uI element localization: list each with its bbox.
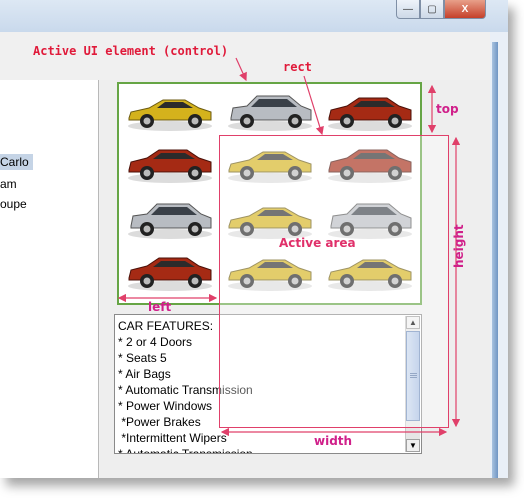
rect-label: rect: [283, 60, 312, 74]
height-label: height: [452, 224, 466, 268]
control-pointer-arrow: [235, 57, 247, 82]
annotation-arrows: [117, 57, 461, 437]
active-area-label: Active area: [279, 236, 356, 250]
width-label: width: [314, 434, 353, 448]
active-ui-label: Active UI element (control): [33, 44, 229, 58]
left-label: left: [148, 300, 172, 314]
rect-pointer-arrow: [303, 75, 324, 136]
top-label: top: [436, 102, 459, 116]
